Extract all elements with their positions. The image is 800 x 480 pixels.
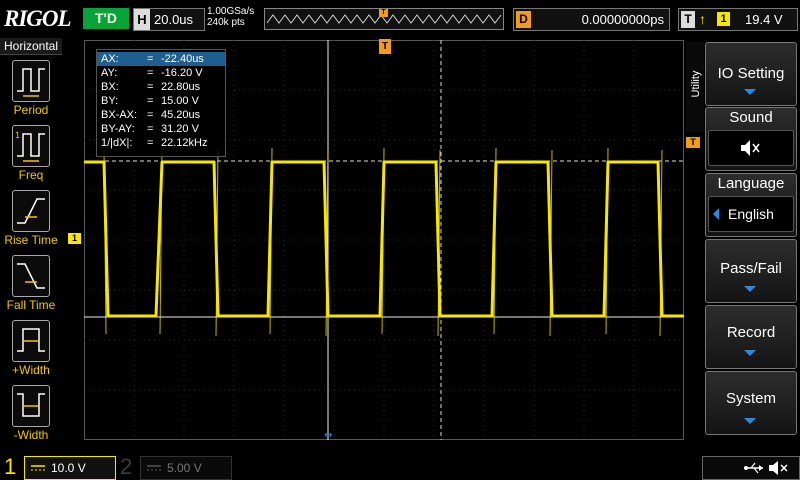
channel2-scale: 5.00 V bbox=[167, 461, 202, 475]
cursor-row: BX-AX: = 45.20us bbox=[101, 109, 201, 121]
measure-label: +Width bbox=[12, 363, 50, 377]
menu-item-label: IO Setting bbox=[717, 65, 785, 82]
rigol-logo: RIGOL bbox=[4, 6, 72, 31]
trigger-label: T bbox=[681, 11, 695, 28]
memory-trigger-marker: T bbox=[379, 9, 388, 17]
horizontal-scale-box[interactable]: H 20.0us bbox=[133, 8, 205, 31]
trigger-box[interactable]: T ↑ 1 19.4 V bbox=[678, 8, 798, 31]
fall-time-icon bbox=[12, 255, 50, 297]
measure-label: Fall Time bbox=[6, 298, 56, 312]
trigger-level-marker[interactable]: T bbox=[686, 137, 700, 148]
language-value: English bbox=[728, 206, 774, 222]
pass-fail-button[interactable]: Pass/Fail bbox=[705, 239, 797, 303]
cursor-position-icon: ↔ bbox=[324, 430, 332, 440]
channel1-scale-box[interactable]: 10.0 V bbox=[24, 456, 116, 480]
dc-coupling-icon bbox=[31, 465, 45, 471]
horizontal-scale-value: 20.0us bbox=[154, 12, 194, 27]
language-button[interactable]: Language English bbox=[705, 173, 797, 237]
rising-edge-icon: ↑ bbox=[699, 11, 706, 27]
record-button[interactable]: Record bbox=[705, 305, 797, 369]
delay-label: D bbox=[516, 11, 531, 28]
chevron-down-icon bbox=[744, 286, 756, 292]
memory-waveform-strip: T bbox=[264, 8, 504, 30]
channel2-scale-box[interactable]: 5.00 V bbox=[140, 456, 232, 480]
menu-item-label: Sound bbox=[729, 109, 773, 126]
sound-value bbox=[708, 130, 794, 166]
status-bar: RIGOL T'D H 20.0us 1.00GSa/s 240k pts T … bbox=[0, 0, 800, 38]
sample-rate: 1.00GSa/s bbox=[207, 6, 255, 17]
delay-box[interactable]: D 0.00000000ps bbox=[513, 8, 670, 31]
speaker-mute-icon bbox=[741, 140, 760, 156]
menu-item-label: Record bbox=[726, 324, 776, 341]
chevron-down-icon bbox=[744, 350, 756, 356]
cursor-readout: AX: = -22.40us AY: = -16.20 V BX: = 22.80us BY… bbox=[96, 49, 226, 157]
trigger-position-marker[interactable]: T bbox=[379, 39, 391, 54]
language-value-box: English bbox=[708, 196, 794, 232]
menu-item-label: Pass/Fail bbox=[720, 260, 782, 277]
trigger-level-value: 19.4 V bbox=[745, 12, 783, 27]
horizontal-measure-panel: Horizontal Period 1 Freq Rise Time Fall … bbox=[0, 38, 62, 442]
io-setting-button[interactable]: IO Setting bbox=[705, 42, 797, 106]
chevron-down-icon bbox=[744, 418, 756, 424]
cursor-row: BX: = 22.80us bbox=[101, 81, 201, 93]
cursor-row: BY: = 15.00 V bbox=[101, 95, 199, 107]
panel-title: Horizontal bbox=[0, 38, 62, 55]
measure-period-button[interactable]: Period bbox=[0, 58, 62, 122]
system-button[interactable]: System bbox=[705, 371, 797, 435]
positive-width-icon bbox=[12, 320, 50, 362]
memory-depth: 240k pts bbox=[207, 17, 245, 28]
menu-item-label: System bbox=[725, 390, 776, 407]
chevron-down-icon bbox=[744, 89, 756, 95]
cursor-row: AY: = -16.20 V bbox=[101, 67, 203, 79]
measure-label: Period bbox=[13, 103, 49, 117]
trigger-source: 1 bbox=[717, 12, 730, 26]
channel1-offset-marker[interactable]: 1 bbox=[68, 233, 81, 244]
measure-positive-width-button[interactable]: +Width bbox=[0, 318, 62, 382]
channel2-number[interactable]: 2 bbox=[120, 455, 132, 479]
frequency-icon: 1 bbox=[12, 125, 50, 167]
sound-button[interactable]: Sound bbox=[705, 107, 797, 171]
svg-text:1: 1 bbox=[15, 131, 20, 140]
menu-tab-label: Utility bbox=[690, 70, 702, 98]
utility-menu-tab: Utility bbox=[686, 42, 704, 132]
measure-frequency-button[interactable]: 1 Freq bbox=[0, 123, 62, 187]
usb-icon bbox=[744, 462, 763, 474]
negative-width-icon bbox=[12, 385, 50, 427]
horizontal-label: H bbox=[134, 9, 150, 30]
rise-time-icon bbox=[12, 190, 50, 232]
measure-negative-width-button[interactable]: -Width bbox=[0, 383, 62, 447]
cursor-row: BY-AY: = 31.20 V bbox=[101, 123, 199, 135]
dc-coupling-icon bbox=[147, 465, 161, 471]
channel-bar: 1 10.0 V 2 5.00 V bbox=[0, 454, 800, 480]
measure-label: Freq bbox=[18, 168, 44, 182]
delay-value: 0.00000000ps bbox=[581, 12, 664, 27]
menu-item-label: Language bbox=[717, 175, 785, 192]
channel1-scale: 10.0 V bbox=[51, 461, 86, 475]
measure-rise-time-button[interactable]: Rise Time bbox=[0, 188, 62, 252]
channel1-number[interactable]: 1 bbox=[4, 455, 16, 479]
cursor-row: 1/|dX|: = 22.12kHz bbox=[101, 137, 208, 149]
cursor-row: AX: = -22.40us bbox=[97, 52, 225, 66]
measure-label: -Width bbox=[13, 428, 49, 442]
measure-label: Rise Time bbox=[4, 233, 58, 247]
measure-fall-time-button[interactable]: Fall Time bbox=[0, 253, 62, 317]
system-status-box bbox=[702, 456, 800, 480]
run-status-button[interactable]: T'D bbox=[83, 8, 129, 29]
period-icon bbox=[12, 60, 50, 102]
speaker-mute-icon bbox=[769, 461, 788, 475]
